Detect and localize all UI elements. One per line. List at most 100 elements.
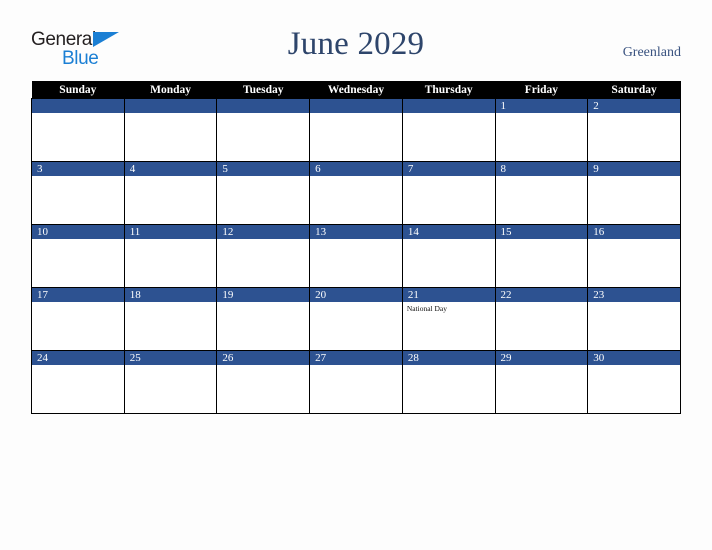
day-number: 4 [124, 162, 217, 176]
day-cell-content: 16 [588, 225, 680, 287]
calendar-day-cell[interactable]: 7 [401, 161, 496, 225]
day-cell-content: 3 [32, 162, 124, 224]
calendar-day-cell[interactable]: 8 [494, 161, 589, 225]
calendar-page: General Blue June 2029 Greenland Sunday … [0, 0, 712, 550]
day-number: 19 [217, 288, 310, 302]
calendar-day-cell[interactable]: 13 [309, 224, 403, 288]
calendar-week-row: 12 [31, 98, 681, 162]
day-cell-content: 1 [495, 99, 588, 161]
day-events: National Day [403, 302, 495, 314]
day-number: 30 [588, 351, 680, 365]
weekday-header-tuesday: Tuesday [216, 81, 310, 99]
calendar-day-cell[interactable]: 23 [587, 287, 681, 351]
calendar-day-cell[interactable]: 24 [31, 350, 125, 414]
day-number [402, 99, 495, 113]
day-cell-content: 8 [495, 162, 588, 224]
day-cell-content: 9 [588, 162, 680, 224]
day-number: 15 [495, 225, 588, 239]
calendar-day-cell[interactable]: 20 [309, 287, 403, 351]
calendar-body: 1 2 3 4 5 6 7 8 9 10 11 12 13 14 15 16 17 18 19 20 21 Nationa… [31, 98, 681, 414]
day-number [217, 99, 310, 113]
day-number: 26 [217, 351, 310, 365]
calendar-day-cell[interactable]: 14 [401, 224, 496, 288]
calendar-day-cell[interactable]: 11 [123, 224, 218, 288]
calendar-day-cell[interactable]: 19 [216, 287, 311, 351]
day-number: 21 [402, 288, 495, 302]
calendar-day-cell[interactable]: 15 [494, 224, 589, 288]
day-number: 9 [588, 162, 680, 176]
day-number: 20 [310, 288, 402, 302]
calendar-day-cell[interactable]: 12 [216, 224, 311, 288]
page-title: June 2029 [287, 26, 425, 62]
day-number [310, 99, 402, 113]
day-number: 25 [124, 351, 217, 365]
calendar-day-cell[interactable] [309, 98, 403, 162]
day-cell-content: 15 [495, 225, 588, 287]
day-number: 8 [495, 162, 588, 176]
calendar-week-row: 10 11 12 13 14 15 16 [31, 224, 681, 288]
day-number: 23 [588, 288, 680, 302]
day-cell-content: 21 National Day [402, 288, 495, 350]
day-cell-content: 6 [310, 162, 402, 224]
calendar-day-cell[interactable]: 9 [587, 161, 681, 225]
day-number: 11 [124, 225, 217, 239]
calendar-day-cell[interactable]: 2 [587, 98, 681, 162]
calendar-day-cell[interactable]: 29 [494, 350, 589, 414]
day-cell-content: 25 [124, 351, 217, 413]
day-cell-content: 7 [402, 162, 495, 224]
calendar-day-cell[interactable]: 27 [309, 350, 403, 414]
calendar-day-cell[interactable]: 1 [494, 98, 589, 162]
calendar-week-row: 17 18 19 20 21 National Day 22 23 [31, 287, 681, 351]
calendar-day-cell[interactable] [31, 98, 125, 162]
weekday-header-saturday: Saturday [587, 81, 681, 99]
day-cell-content: 13 [310, 225, 402, 287]
weekday-header-friday: Friday [495, 81, 588, 99]
calendar-week-row: 24 25 26 27 28 29 30 [31, 350, 681, 414]
calendar-day-cell[interactable]: 28 [401, 350, 496, 414]
calendar-day-cell[interactable]: 6 [309, 161, 403, 225]
day-number: 29 [495, 351, 588, 365]
calendar-day-cell[interactable]: 16 [587, 224, 681, 288]
calendar-day-cell[interactable] [216, 98, 311, 162]
calendar-day-cell[interactable]: 18 [123, 287, 218, 351]
day-cell-content: 19 [217, 288, 310, 350]
day-number: 7 [402, 162, 495, 176]
country-label: Greenland [622, 45, 681, 60]
calendar-day-cell[interactable]: 25 [123, 350, 218, 414]
weekday-header-sunday: Sunday [31, 81, 125, 99]
day-cell-content [32, 99, 124, 161]
day-cell-content [217, 99, 310, 161]
calendar-day-cell[interactable]: 22 [494, 287, 589, 351]
calendar-day-cell[interactable]: 17 [31, 287, 125, 351]
day-number: 1 [495, 99, 588, 113]
day-cell-content: 12 [217, 225, 310, 287]
day-cell-content: 28 [402, 351, 495, 413]
day-cell-content: 22 [495, 288, 588, 350]
calendar-day-cell[interactable]: 26 [216, 350, 311, 414]
day-cell-content: 24 [32, 351, 124, 413]
calendar-day-cell[interactable]: 5 [216, 161, 311, 225]
holiday-label: National Day [406, 304, 448, 313]
day-number: 14 [402, 225, 495, 239]
day-cell-content: 10 [32, 225, 124, 287]
day-number: 3 [32, 162, 124, 176]
day-number: 16 [588, 225, 680, 239]
calendar-day-cell[interactable]: 30 [587, 350, 681, 414]
weekday-header-monday: Monday [124, 81, 217, 99]
day-cell-content: 27 [310, 351, 402, 413]
day-number: 10 [32, 225, 124, 239]
day-cell-content: 11 [124, 225, 217, 287]
calendar-day-cell[interactable] [401, 98, 496, 162]
calendar-day-cell[interactable]: 21 National Day [401, 287, 496, 351]
day-number: 18 [124, 288, 217, 302]
calendar-table: Sunday Monday Tuesday Wednesday Thursday… [31, 81, 681, 414]
day-cell-content [310, 99, 402, 161]
calendar-day-cell[interactable] [123, 98, 218, 162]
day-number: 12 [217, 225, 310, 239]
calendar-day-cell[interactable]: 4 [123, 161, 218, 225]
calendar-day-cell[interactable]: 3 [31, 161, 125, 225]
day-number: 2 [588, 99, 680, 113]
day-cell-content: 23 [588, 288, 680, 350]
calendar-day-cell[interactable]: 10 [31, 224, 125, 288]
day-number [124, 99, 217, 113]
